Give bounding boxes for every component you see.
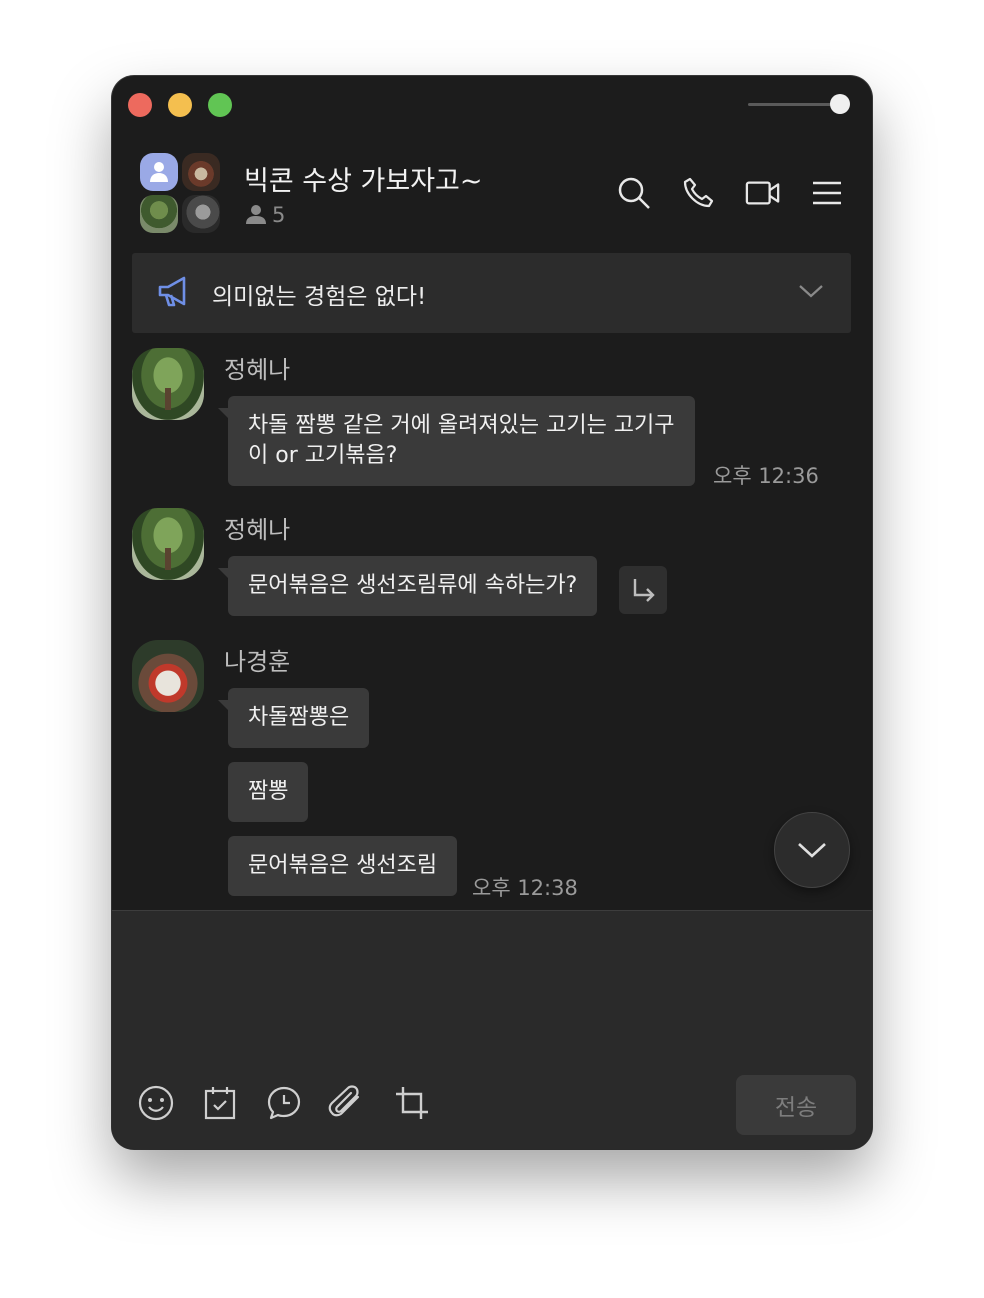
- sender-avatar[interactable]: [132, 508, 204, 580]
- member-avatar: [182, 153, 220, 191]
- close-button[interactable]: [128, 93, 152, 117]
- sender-name: 정혜나: [224, 516, 291, 544]
- zoom-button[interactable]: [208, 93, 232, 117]
- calendar-icon: [204, 1087, 236, 1120]
- menu-icon: [813, 181, 841, 205]
- opacity-slider[interactable]: [748, 103, 832, 106]
- room-avatar-group[interactable]: [140, 153, 220, 233]
- megaphone-icon: [158, 276, 186, 307]
- message-time: 오후 12:38: [472, 876, 578, 900]
- member-avatar: [140, 195, 178, 233]
- message-text-line: 이 or 고기볶음?: [248, 443, 398, 468]
- message-time: 오후 12:36: [713, 464, 819, 488]
- minimize-button[interactable]: [168, 93, 192, 117]
- share-arrow-icon: [633, 579, 655, 602]
- search-button[interactable]: [616, 175, 652, 211]
- member-avatar: [182, 195, 220, 233]
- chevron-down-icon: [798, 843, 826, 858]
- share-button[interactable]: [619, 566, 667, 614]
- notice-text: 의미없는 경험은 없다!: [212, 284, 427, 310]
- menu-button[interactable]: [809, 175, 845, 211]
- video-call-button[interactable]: [745, 175, 781, 211]
- video-icon: [745, 181, 780, 205]
- person-icon: [246, 205, 266, 224]
- message-bubble[interactable]: 문어볶음은 생선조림류에 속하는가?: [217, 556, 598, 616]
- paperclip-icon: [328, 1085, 360, 1117]
- emoji-button[interactable]: [136, 1083, 176, 1123]
- message-text: 차돌짬뽕은: [248, 705, 350, 730]
- opacity-slider-knob[interactable]: [830, 94, 850, 114]
- message-text: 문어볶음은 생선조림류에 속하는가?: [248, 573, 578, 598]
- voice-call-button[interactable]: [681, 175, 717, 211]
- send-button[interactable]: 전송: [736, 1075, 856, 1135]
- emoji-icon: [138, 1085, 174, 1121]
- talk-button[interactable]: [264, 1083, 304, 1123]
- message-text-line: 차돌 짬뽕 같은 거에 올려져있는 고기는 고기구: [248, 413, 675, 438]
- sender-avatar[interactable]: [132, 640, 204, 712]
- message-composer: 전송: [112, 910, 872, 1149]
- crop-icon: [396, 1087, 428, 1119]
- calendar-button[interactable]: [200, 1083, 240, 1123]
- chat-window: 빅콘 수상 가보자고~ 5 의미없는 경험은 없다! 정혜나 차돌 짬뽕 같은 …: [112, 76, 872, 1149]
- sender-name: 정혜나: [224, 356, 291, 384]
- search-icon: [618, 177, 650, 209]
- message-text: 짬뽕: [248, 779, 289, 804]
- room-title[interactable]: 빅콘 수상 가보자고~: [244, 159, 483, 198]
- attach-file-button[interactable]: [327, 1083, 367, 1123]
- chevron-down-icon[interactable]: [798, 283, 824, 299]
- screen-capture-button[interactable]: [392, 1083, 432, 1123]
- message-bubble[interactable]: 문어볶음은 생선조림: [228, 836, 458, 896]
- message-bubble[interactable]: 짬뽕: [228, 762, 309, 822]
- talk-bubble-icon: [267, 1086, 301, 1120]
- message-text: 문어볶음은 생선조림: [248, 853, 438, 878]
- message-bubble[interactable]: 차돌짬뽕은: [217, 688, 370, 748]
- message-bubble[interactable]: 차돌 짬뽕 같은 거에 올려져있는 고기는 고기구 이 or 고기볶음?: [218, 396, 695, 486]
- member-count[interactable]: 5: [272, 203, 285, 227]
- default-profile-avatar: [140, 153, 178, 191]
- sender-avatar[interactable]: [132, 348, 204, 420]
- notice-banner[interactable]: 의미없는 경험은 없다!: [132, 253, 851, 333]
- message-input[interactable]: [132, 925, 856, 1059]
- sender-name: 나경훈: [224, 648, 291, 676]
- scroll-to-bottom-button[interactable]: [774, 812, 850, 888]
- phone-icon: [683, 177, 714, 208]
